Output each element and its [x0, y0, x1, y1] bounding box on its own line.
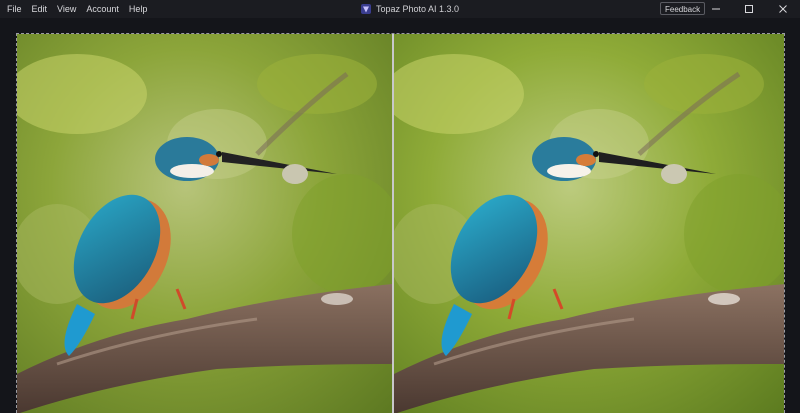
processed-image-pane[interactable] — [394, 34, 784, 413]
feedback-button[interactable]: Feedback — [660, 2, 706, 15]
title-bar: File Edit View Account Help Topaz Photo … — [0, 0, 800, 18]
app-title-group: Topaz Photo AI 1.3.0 — [361, 0, 459, 18]
minimize-icon — [712, 8, 720, 10]
maximize-button[interactable] — [736, 0, 762, 18]
minimize-button[interactable] — [703, 0, 729, 18]
topaz-logo-icon — [361, 4, 371, 14]
menu-account[interactable]: Account — [81, 0, 124, 18]
menu-view[interactable]: View — [52, 0, 81, 18]
menu-help[interactable]: Help — [124, 0, 153, 18]
processed-image — [394, 34, 784, 413]
close-button[interactable] — [770, 0, 796, 18]
menu-bar: File Edit View Account Help — [2, 0, 152, 18]
app-title: Topaz Photo AI 1.3.0 — [376, 4, 460, 14]
original-image-pane[interactable] — [17, 34, 392, 413]
original-image — [17, 34, 392, 413]
close-icon — [779, 5, 787, 13]
comparison-viewport[interactable] — [16, 33, 785, 413]
menu-file[interactable]: File — [2, 0, 27, 18]
maximize-icon — [745, 5, 753, 13]
menu-edit[interactable]: Edit — [27, 0, 53, 18]
